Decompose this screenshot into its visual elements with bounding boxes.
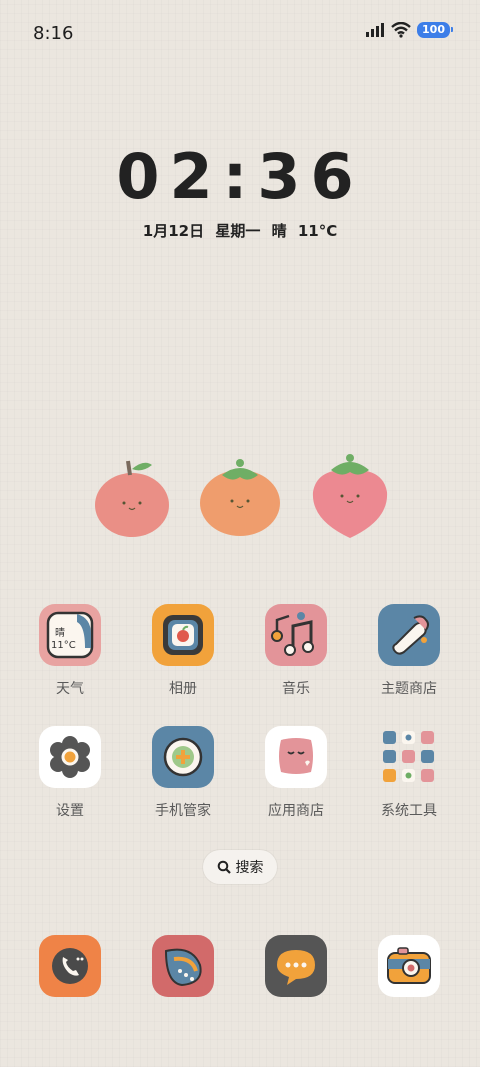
persimmon-icon [200,459,280,536]
contacts-icon [152,935,214,997]
app-label: 音乐 [282,681,310,697]
weather-icon-condition: 晴 [55,628,65,639]
app-album[interactable]: 相册 [128,604,238,698]
app-phone-manager[interactable]: 手机管家 [128,726,238,820]
app-label: 主题商店 [381,681,437,697]
clock-time[interactable]: 02:36 [0,140,480,213]
folder-system-tools[interactable]: 系统工具 [354,726,464,820]
system-tools-folder-icon [378,726,440,788]
camera-icon [378,935,440,997]
app-label: 应用商店 [268,803,324,819]
phone-manager-icon [152,726,214,788]
dock-camera[interactable] [354,935,464,997]
battery-indicator: 100 [417,22,453,38]
wifi-icon [391,22,411,38]
date-text: 1月12日 [142,222,205,240]
dock-messages[interactable] [241,935,351,997]
strawberry-icon [312,454,388,538]
app-label: 天气 [56,681,84,697]
app-label: 手机管家 [155,803,211,819]
album-icon [152,604,214,666]
search-label: 搜索 [235,860,264,876]
app-store-icon [265,726,327,788]
theme-store-icon [378,604,440,666]
app-theme-store[interactable]: 主题商店 [354,604,464,698]
status-bar: 8:16 100 [0,0,480,68]
settings-icon [39,726,101,788]
messages-icon [265,935,327,997]
apple-icon [95,460,169,537]
weather-icon-temp: 11°C [51,640,76,651]
weather-text: 晴 [271,222,287,240]
app-label: 设置 [56,803,84,819]
search-button[interactable]: 搜索 [203,850,277,884]
music-icon [265,604,327,666]
weekday-text: 星期一 [215,222,261,240]
app-label: 系统工具 [381,803,437,819]
app-label: 相册 [169,681,197,697]
app-settings[interactable]: 设置 [15,726,125,820]
app-music[interactable]: 音乐 [241,604,351,698]
status-time: 8:16 [33,23,74,44]
app-app-store[interactable]: 应用商店 [241,726,351,820]
status-icons: 100 [365,22,453,38]
search-icon [217,860,231,874]
date-weather-line[interactable]: 1月12日 星期一 晴 11°C [0,220,480,241]
dock-phone[interactable] [15,935,125,997]
dock-contacts[interactable] [128,935,238,997]
phone-icon [39,935,101,997]
temperature-text: 11°C [297,222,338,240]
fruit-decoration [0,450,480,550]
weather-icon: 晴 11°C [39,604,101,666]
signal-icon [366,23,385,37]
app-weather[interactable]: 晴 11°C 天气 [15,604,125,698]
